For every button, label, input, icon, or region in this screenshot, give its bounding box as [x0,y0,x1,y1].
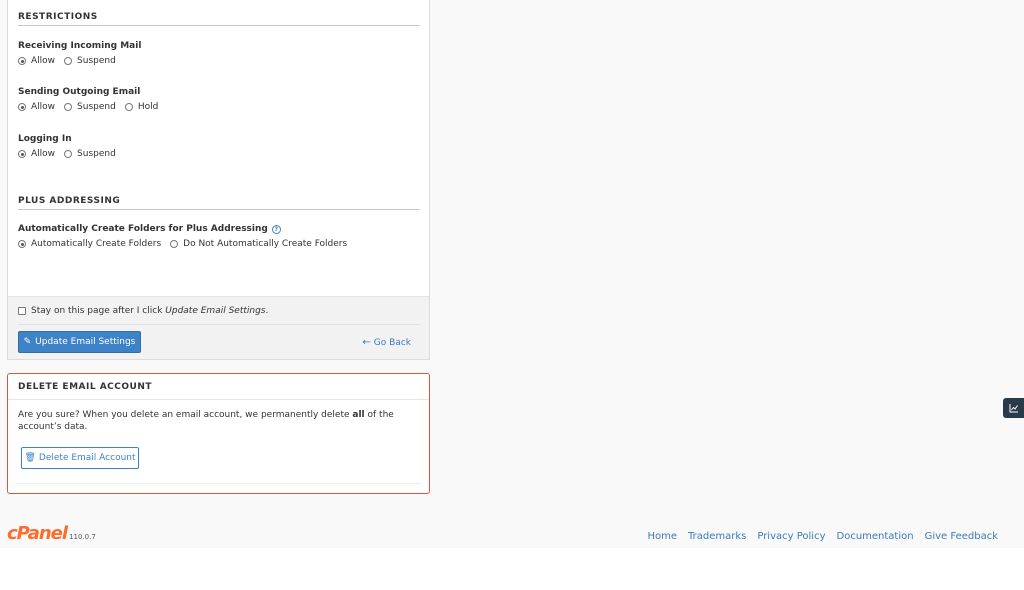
footer-link-documentation[interactable]: Documentation [837,531,914,542]
outgoing-hold-radio[interactable]: Hold [124,102,158,112]
radio-checked-icon [18,150,26,158]
radio-unchecked-icon [64,150,73,158]
incoming-suspend-radio[interactable]: Suspend [64,56,116,66]
help-icon[interactable]: ? [271,224,281,234]
radio-checked-icon [18,103,26,111]
delete-warning-text: Are you sure? When you delete an email a… [18,410,394,432]
divider [18,324,420,325]
stay-on-page-checkbox[interactable]: Stay on this page after I click Update E… [18,306,268,316]
login-allow-radio[interactable]: Allow [18,149,55,159]
login-suspend-radio[interactable]: Suspend [64,149,116,159]
divider [8,399,429,400]
plus-addressing-options: Automatically Create Folders Do Not Auto… [18,239,356,249]
analytics-widget-button[interactable] [1003,398,1024,418]
chart-line-icon [1009,404,1018,413]
radio-unchecked-icon [124,103,133,111]
outgoing-email-options: Allow Suspend Hold [18,102,167,112]
footer-link-home[interactable]: Home [647,531,677,542]
radio-unchecked-icon [64,103,73,111]
outgoing-allow-radio[interactable]: Allow [18,102,55,112]
incoming-mail-options: Allow Suspend [18,56,125,66]
no-auto-create-folders-radio[interactable]: Do Not Automatically Create Folders [170,239,347,249]
logging-in-options: Allow Suspend [18,149,125,159]
outgoing-email-label: Sending Outgoing Email [18,87,141,97]
checkbox-icon [18,307,26,315]
footer-link-privacy-policy[interactable]: Privacy Policy [757,531,825,542]
logging-in-label: Logging In [18,134,72,144]
plus-addressing-label: Automatically Create Folders for Plus Ad… [18,224,281,234]
auto-create-folders-radio[interactable]: Automatically Create Folders [18,239,161,249]
go-back-link[interactable]: ← Go Back [362,337,411,348]
incoming-allow-radio[interactable]: Allow [18,56,55,66]
radio-checked-icon [18,57,26,65]
plus-addressing-heading: PLUS ADDRESSING [18,196,420,210]
footer-links: Home Trademarks Privacy Policy Documenta… [636,531,998,542]
pencil-icon: ✎ [23,337,32,347]
form-footer: Stay on this page after I click Update E… [8,296,429,359]
radio-unchecked-icon [64,57,73,65]
delete-account-panel: DELETE EMAIL ACCOUNT Are you sure? When … [7,373,430,494]
radio-unchecked-icon [170,240,179,248]
cpanel-logo[interactable]: cPanel 110.0.7 [7,525,96,543]
restrictions-heading: RESTRICTIONS [18,12,420,26]
arrow-left-icon: ← [362,337,371,348]
footer-link-give-feedback[interactable]: Give Feedback [925,531,998,542]
radio-checked-icon [18,240,26,248]
update-email-settings-button[interactable]: ✎ Update Email Settings [18,331,141,353]
trash-icon: 🗑 [24,453,36,463]
outgoing-suspend-radio[interactable]: Suspend [64,102,116,112]
email-settings-panel: RESTRICTIONS Receiving Incoming Mail All… [7,0,430,360]
incoming-mail-label: Receiving Incoming Mail [18,41,142,51]
logo-wordmark: cPanel [7,523,68,544]
version-number: 110.0.7 [69,533,96,541]
delete-account-heading: DELETE EMAIL ACCOUNT [18,382,153,392]
footer-link-trademarks[interactable]: Trademarks [688,531,746,542]
delete-email-account-button[interactable]: 🗑 Delete Email Account [21,447,139,469]
divider [16,483,421,484]
